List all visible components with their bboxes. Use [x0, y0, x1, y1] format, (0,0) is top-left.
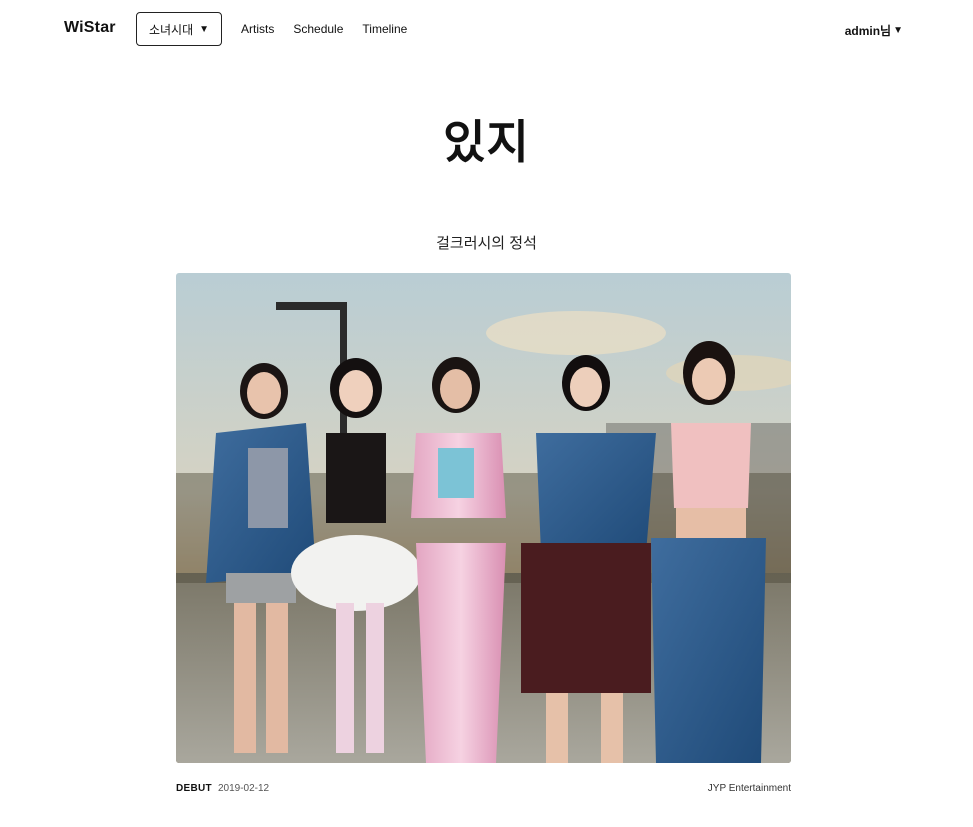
debut-info: DEBUT 2019-02-12 — [176, 783, 269, 794]
nav-link-timeline[interactable]: Timeline — [362, 22, 407, 36]
group-select-value: 소녀시대 — [148, 22, 194, 37]
nav-link-schedule[interactable]: Schedule — [293, 22, 343, 36]
debut-label: DEBUT — [176, 783, 212, 794]
nav-link-artists[interactable]: Artists — [241, 22, 274, 36]
artist-group-photo — [176, 273, 791, 763]
chevron-down-icon: ▼ — [893, 25, 903, 36]
group-photo-illustration — [176, 273, 791, 763]
artist-tagline: 걸크러시의 정석 — [436, 235, 537, 252]
artist-name: 있지 — [443, 116, 530, 168]
site-logo[interactable]: WiStar — [64, 19, 116, 37]
chevron-down-icon: ▼ — [199, 23, 210, 35]
user-menu-label: admin님 — [844, 24, 892, 38]
agency-name: JYP Entertainment — [707, 783, 791, 794]
top-navigation-bar: WiStar 소녀시대 ▼ Artists Schedule Timeline … — [0, 0, 973, 58]
main-nav: Artists Schedule Timeline — [241, 22, 407, 36]
debut-date: 2019-02-12 — [217, 783, 270, 794]
user-menu[interactable]: admin님 ▼ — [845, 22, 903, 39]
group-select-dropdown[interactable]: 소녀시대 ▼ — [136, 12, 222, 46]
